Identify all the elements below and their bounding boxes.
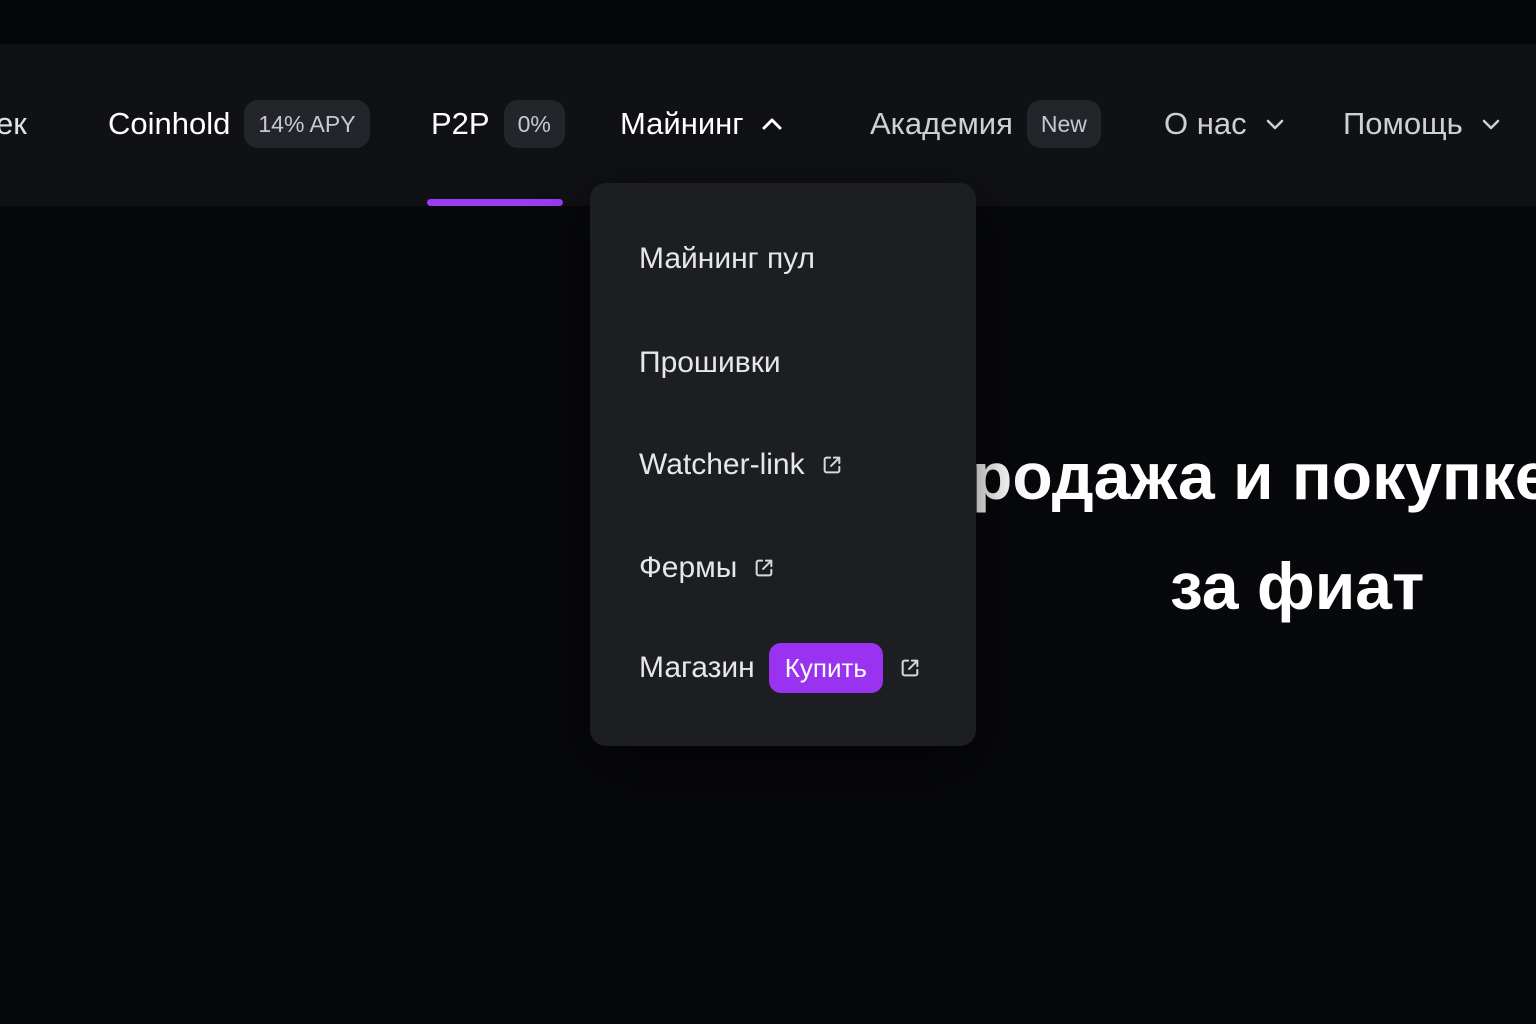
- nav-item-about[interactable]: О нас: [1164, 100, 1287, 148]
- menu-item-farms[interactable]: Фермы: [639, 542, 775, 594]
- nav-item-help[interactable]: Помощь: [1343, 100, 1503, 148]
- nav-item-help-label: Помощь: [1343, 106, 1463, 141]
- nav-item-p2p[interactable]: P2P 0%: [431, 100, 565, 148]
- menu-item-mining-pool[interactable]: Майнинг пул: [639, 233, 815, 285]
- external-link-icon: [756, 559, 773, 577]
- menu-item-firmware[interactable]: Прошивки: [639, 337, 781, 389]
- active-tab-indicator: [427, 199, 563, 206]
- external-link-icon: [901, 659, 919, 677]
- menu-item-label: Watcher-link: [639, 448, 805, 481]
- chevron-down-icon: [1482, 119, 1499, 130]
- menu-item-label: Магазин: [639, 651, 755, 684]
- menu-item-label: Фермы: [639, 551, 738, 584]
- page: ек Coinhold 14% APY P2P 0% Майнинг Акаде…: [0, 0, 1536, 1024]
- new-badge: New: [1026, 100, 1101, 148]
- external-link-icon: [823, 456, 840, 474]
- fee-badge: 0%: [503, 100, 565, 148]
- nav-item-mining[interactable]: Майнинг: [620, 100, 784, 148]
- hero-heading-line-2: за фиат: [1170, 549, 1425, 623]
- chevron-up-icon: [762, 118, 782, 130]
- top-strip: [0, 0, 1536, 44]
- nav-item-p2p-label: P2P: [431, 106, 490, 141]
- apy-badge: 14% APY: [244, 100, 370, 148]
- nav-item-academy[interactable]: Академия New: [870, 100, 1101, 148]
- mining-dropdown-menu: Майнинг пул Прошивки Watcher-link Фермы …: [590, 183, 976, 746]
- buy-pill[interactable]: Купить: [768, 643, 883, 693]
- menu-item-shop[interactable]: Магазин Купить: [639, 642, 921, 694]
- hero-heading-line-1: родажа и покупке: [972, 439, 1536, 513]
- nav-item-coinhold-label: Coinhold: [108, 106, 231, 141]
- chevron-down-icon: [1266, 119, 1283, 130]
- nav-item-mining-label: Майнинг: [620, 106, 744, 141]
- menu-item-label: Прошивки: [639, 346, 781, 379]
- menu-item-label: Майнинг пул: [639, 242, 816, 275]
- nav-item-academy-label: Академия: [870, 106, 1013, 141]
- nav-item-partial[interactable]: ек: [0, 100, 27, 148]
- nav-item-coinhold[interactable]: Coinhold 14% APY: [108, 100, 370, 148]
- menu-item-watcher-link[interactable]: Watcher-link: [639, 439, 843, 491]
- nav-item-partial-label: ек: [0, 106, 27, 141]
- nav-item-about-label: О нас: [1164, 106, 1247, 141]
